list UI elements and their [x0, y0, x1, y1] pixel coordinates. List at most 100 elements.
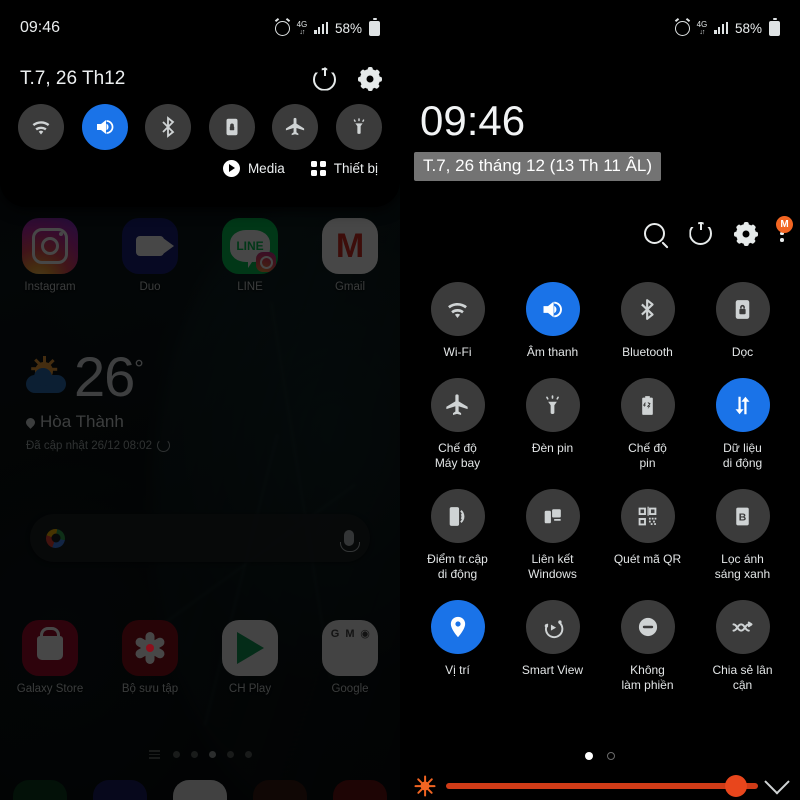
brightness-control [400, 769, 800, 797]
bluetooth-icon [641, 298, 654, 320]
page-dot-active[interactable] [585, 752, 593, 760]
tile-rotation-lock[interactable]: Dọc [695, 282, 790, 360]
chevron-down-icon[interactable] [764, 769, 790, 795]
network-4g-icon: 4G ↓↑ [296, 19, 308, 36]
wifi-icon [448, 302, 467, 318]
flashlight-icon [546, 394, 559, 414]
panel-action-icons: M [644, 215, 793, 246]
smart-view-icon [544, 619, 564, 638]
brightness-slider[interactable] [446, 775, 758, 797]
tile-airplane[interactable] [272, 104, 319, 150]
tile-label: Dọc [731, 345, 754, 359]
status-badge: M [776, 215, 793, 233]
bluetooth-icon [162, 116, 175, 138]
battery-icon [369, 20, 380, 36]
status-clock: 09:46 [20, 19, 61, 36]
tile-power-saving[interactable]: Chế độ pin [600, 378, 695, 471]
location-pin-icon [450, 616, 465, 638]
page-dot[interactable] [607, 752, 615, 760]
quick-settings-tile-grid: Wi-Fi Âm thanh Bluetooth Dọc Chế độ Máy … [400, 282, 800, 693]
media-label: Media [247, 161, 285, 176]
more-vertical-icon[interactable]: M [776, 215, 793, 243]
quick-settings-mini-panel: 09:46 4G ↓↑ 58% T.7, 26 Th12 Media Thiết… [0, 0, 400, 207]
tile-label: Lọc ánh sáng xanh [714, 552, 771, 581]
hotspot-icon [449, 506, 465, 526]
network-4g-icon: 4G ↓↑ [696, 19, 708, 36]
tile-sound[interactable]: Âm thanh [505, 282, 600, 360]
battery-saver-icon [642, 395, 653, 415]
tile-flashlight[interactable] [335, 104, 382, 150]
devices-grid-icon [310, 161, 326, 176]
tile-label: Smart View [521, 663, 584, 677]
quick-settings-panel: 4G ↓↑ 58% 09:46 T.7, 26 tháng 12 (13 Th 1… [400, 0, 800, 800]
tile-label: Điểm tr.cập di động [427, 552, 488, 581]
panel-date: T.7, 26 tháng 12 (13 Th 11 ÂL) [414, 152, 662, 181]
quick-settings-footer: Media Thiết bị [0, 160, 400, 177]
qr-scan-icon [638, 506, 657, 525]
tile-location[interactable]: Vị trí [410, 600, 505, 693]
tile-scan-qr-code[interactable]: Quét mã QR [600, 489, 695, 582]
tile-label: Wi-Fi [443, 345, 472, 359]
tile-label: Đèn pin [531, 441, 574, 455]
signal-bars-icon [714, 22, 728, 34]
nearby-share-icon [732, 621, 753, 632]
battery-percent: 58% [734, 20, 762, 36]
status-bar-left: 09:46 4G ↓↑ 58% [0, 0, 400, 56]
panel-clock: 09:46 [420, 97, 526, 144]
tile-label: Dữ liệu di động [722, 441, 763, 470]
tile-label: Chế độ pin [628, 441, 667, 470]
media-button[interactable]: Media [222, 160, 285, 177]
blue-light-filter-icon: B [736, 507, 749, 525]
tile-smart-view[interactable]: Smart View [505, 600, 600, 693]
do-not-disturb-icon [638, 617, 657, 637]
gear-icon[interactable] [734, 221, 759, 246]
tile-wifi[interactable] [18, 104, 64, 150]
tile-nearby-share[interactable]: Chia sẻ lân cận [695, 600, 790, 693]
power-icon[interactable] [313, 67, 336, 91]
airplane-icon [446, 393, 468, 415]
power-icon[interactable] [689, 222, 713, 245]
rotation-lock-icon [735, 299, 750, 319]
mobile-data-icon [735, 396, 750, 414]
gear-icon[interactable] [358, 67, 382, 91]
volume-icon [543, 301, 562, 317]
tile-wifi[interactable]: Wi-Fi [410, 282, 505, 360]
tile-label: Bluetooth [622, 345, 673, 359]
tile-flashlight[interactable]: Đèn pin [505, 378, 600, 471]
wifi-icon [32, 121, 50, 135]
tile-link-to-windows[interactable]: Liên kết Windows [505, 489, 600, 582]
battery-percent: 58% [334, 20, 362, 36]
tile-sound[interactable] [81, 104, 128, 150]
tile-mobile-data[interactable]: Dữ liệu di động [695, 378, 790, 471]
status-bar-right: 4G ↓↑ 58% [400, 0, 800, 56]
flashlight-icon [353, 118, 365, 134]
tile-label: Chế độ Máy bay [434, 441, 481, 470]
brightness-slider-knob[interactable] [725, 775, 748, 797]
tile-label: Quét mã QR [613, 552, 682, 566]
quick-settings-header: T.7, 26 Th12 [0, 56, 400, 102]
link-to-windows-icon [544, 508, 561, 523]
alarm-icon [674, 20, 690, 36]
tile-label: Chia sẻ lân cận [712, 663, 773, 692]
tile-bluetooth[interactable]: Bluetooth [600, 282, 695, 360]
svg-text:B: B [739, 512, 747, 523]
phone-screenshot: Instagram Duo LINE LINE M Gmail [0, 0, 800, 800]
tile-label: Âm thanh [526, 345, 579, 359]
devices-button[interactable]: Thiết bị [310, 161, 378, 176]
brightness-icon [414, 775, 436, 797]
search-icon[interactable] [644, 223, 666, 244]
tile-mobile-hotspot[interactable]: Điểm tr.cập di động [410, 489, 505, 582]
tile-label: Vị trí [445, 663, 470, 677]
tile-bluetooth[interactable] [145, 104, 192, 150]
tile-blue-light-filter[interactable]: B Lọc ánh sáng xanh [695, 489, 790, 582]
tile-do-not-disturb[interactable]: Không làm phiền [600, 600, 695, 693]
signal-bars-icon [314, 22, 328, 34]
tile-label: Không làm phiền [621, 663, 674, 692]
alarm-icon [274, 20, 290, 36]
tile-rotation-lock[interactable] [208, 104, 255, 150]
tile-airplane-mode[interactable]: Chế độ Máy bay [410, 378, 505, 471]
airplane-icon [285, 117, 304, 135]
battery-icon [769, 20, 780, 36]
play-icon [222, 160, 240, 177]
home-screen: Instagram Duo LINE LINE M Gmail [0, 0, 400, 800]
